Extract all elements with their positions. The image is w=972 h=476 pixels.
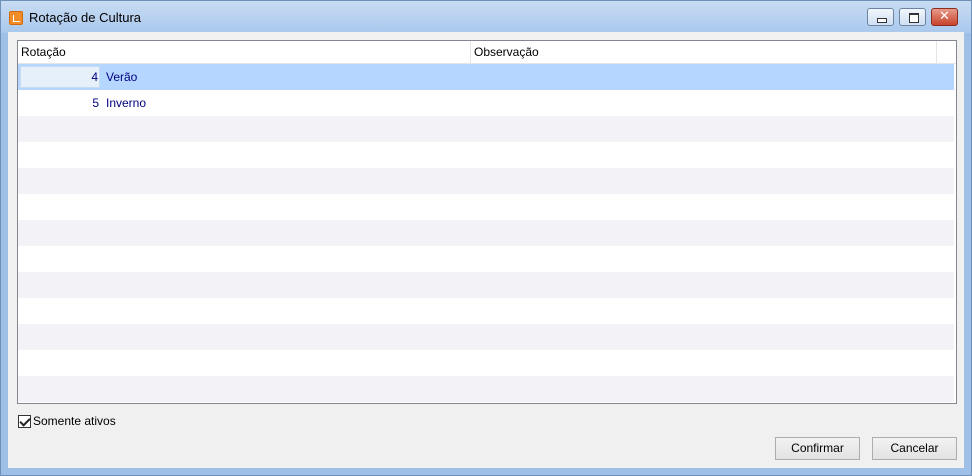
column-header-observacao[interactable]: Observação (471, 41, 937, 63)
table-row[interactable]: 4 Verão (18, 64, 954, 90)
empty-row (18, 376, 954, 402)
row-name[interactable]: Verão (106, 64, 137, 90)
row-number[interactable]: 4 (20, 66, 100, 88)
maximize-button[interactable] (899, 8, 926, 26)
title-bar[interactable]: Rotação de Cultura ✕ (1, 1, 971, 33)
footer: Somente ativos Confirmar Cancelar (8, 402, 964, 468)
empty-row (18, 324, 954, 350)
row-number[interactable]: 5 (20, 90, 100, 116)
empty-row (18, 246, 954, 272)
empty-row (18, 272, 954, 298)
close-button[interactable]: ✕ (931, 8, 958, 26)
somente-ativos-checkbox[interactable] (18, 415, 31, 428)
empty-row (18, 142, 954, 168)
empty-row (18, 298, 954, 324)
row-name[interactable]: Inverno (106, 90, 146, 116)
empty-row (18, 194, 954, 220)
minimize-button[interactable] (867, 8, 894, 26)
empty-row (18, 168, 954, 194)
cancel-button[interactable]: Cancelar (872, 437, 957, 460)
dialog-window: Rotação de Cultura ✕ Rotação Observação … (0, 0, 972, 476)
empty-row (18, 220, 954, 246)
close-icon: ✕ (939, 8, 950, 23)
confirm-button[interactable]: Confirmar (775, 437, 860, 460)
empty-row (18, 350, 954, 376)
dialog-body: Rotação Observação 4 Verão 5 Inverno Som… (8, 32, 964, 468)
somente-ativos-label[interactable]: Somente ativos (33, 414, 116, 428)
table-row[interactable]: 5 Inverno (18, 90, 954, 116)
column-header-rotacao[interactable]: Rotação (18, 41, 471, 63)
grid-header: Rotação Observação (18, 41, 956, 64)
empty-row (18, 116, 954, 142)
window-title: Rotação de Cultura (29, 10, 142, 25)
app-icon (9, 11, 23, 25)
rotation-grid[interactable]: Rotação Observação 4 Verão 5 Inverno (17, 40, 957, 404)
